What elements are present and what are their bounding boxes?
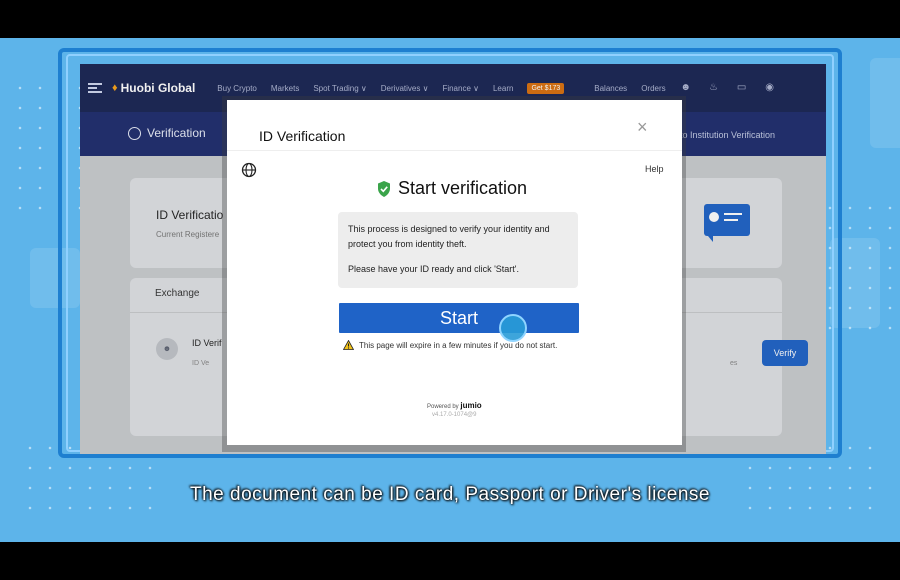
card-subtitle: Current Registere: [156, 230, 220, 239]
letterbox-top: [0, 0, 900, 38]
row-title: ID Verif: [192, 338, 222, 348]
language-globe-icon[interactable]: [241, 162, 257, 178]
profile-icon: [128, 126, 141, 140]
modal-divider: [227, 150, 682, 151]
version-text: v4.17.0-1074@9: [432, 412, 477, 418]
verify-button[interactable]: Verify: [762, 340, 808, 366]
nav-finance[interactable]: Finance ∨: [442, 84, 479, 93]
bell-icon[interactable]: ♨: [708, 82, 720, 94]
video-caption: The document can be ID card, Passport or…: [189, 484, 710, 505]
user-icon[interactable]: ☻: [680, 82, 692, 94]
start-button[interactable]: Start: [339, 303, 579, 333]
info-text-2: Please have your ID ready and click 'Sta…: [348, 264, 520, 274]
logo[interactable]: ♦ Huobi Global: [112, 81, 195, 95]
help-link[interactable]: Help: [645, 164, 664, 174]
card-title: ID Verificatio: [156, 208, 224, 222]
subnav-verification[interactable]: Verification: [128, 126, 206, 140]
warning-icon: [343, 340, 354, 350]
cursor-click-indicator: [499, 314, 527, 342]
shield-check-icon: [378, 180, 390, 197]
jumio-logo: jumio: [460, 401, 482, 410]
powered-by: Powered by jumio: [427, 401, 482, 410]
modal-heading: Start verification: [377, 178, 527, 199]
nav-learn[interactable]: Learn: [493, 84, 513, 93]
heading-text: Start verification: [398, 178, 528, 198]
hamburger-menu-icon[interactable]: [88, 83, 102, 93]
close-icon[interactable]: ×: [637, 118, 648, 136]
nav-balances[interactable]: Balances: [594, 84, 627, 93]
globe-icon[interactable]: ◉: [764, 82, 776, 94]
modal-title: ID Verification: [259, 128, 346, 144]
subnav-institution[interactable]: to Institution Verification: [680, 130, 775, 140]
nav-buy-crypto[interactable]: Buy Crypto: [217, 84, 257, 93]
powered-by-label: Powered by: [427, 404, 459, 410]
id-verification-modal: ID Verification × Help Start verificatio…: [227, 100, 682, 445]
download-icon[interactable]: ▭: [736, 82, 748, 94]
row-side-text: es: [730, 360, 738, 367]
bg-tile: [870, 58, 900, 148]
flame-icon: ♦: [112, 82, 118, 94]
info-box: This process is designed to verify your …: [338, 212, 578, 288]
video-frame: ♦ Huobi Global Buy Crypto Markets Spot Tr…: [0, 0, 900, 580]
letterbox-bottom: [0, 542, 900, 580]
nav-spot-trading[interactable]: Spot Trading ∨: [313, 84, 366, 93]
tab-exchange[interactable]: Exchange: [155, 288, 199, 299]
id-avatar-icon: ☻: [156, 338, 178, 360]
nav-orders[interactable]: Orders: [641, 84, 665, 93]
logo-text: Huobi Global: [120, 81, 196, 95]
id-card-icon: [704, 204, 750, 242]
row-subtitle: ID Ve: [192, 360, 210, 367]
nav-derivatives[interactable]: Derivatives ∨: [381, 84, 429, 93]
warning-text: This page will expire in a few minutes i…: [359, 340, 558, 350]
nav-markets[interactable]: Markets: [271, 84, 299, 93]
promo-badge[interactable]: Get $173: [527, 82, 565, 94]
subnav-verification-label: Verification: [147, 126, 206, 140]
expiry-warning: This page will expire in a few minutes i…: [343, 340, 557, 350]
info-text-1: This process is designed to verify your …: [348, 224, 550, 249]
